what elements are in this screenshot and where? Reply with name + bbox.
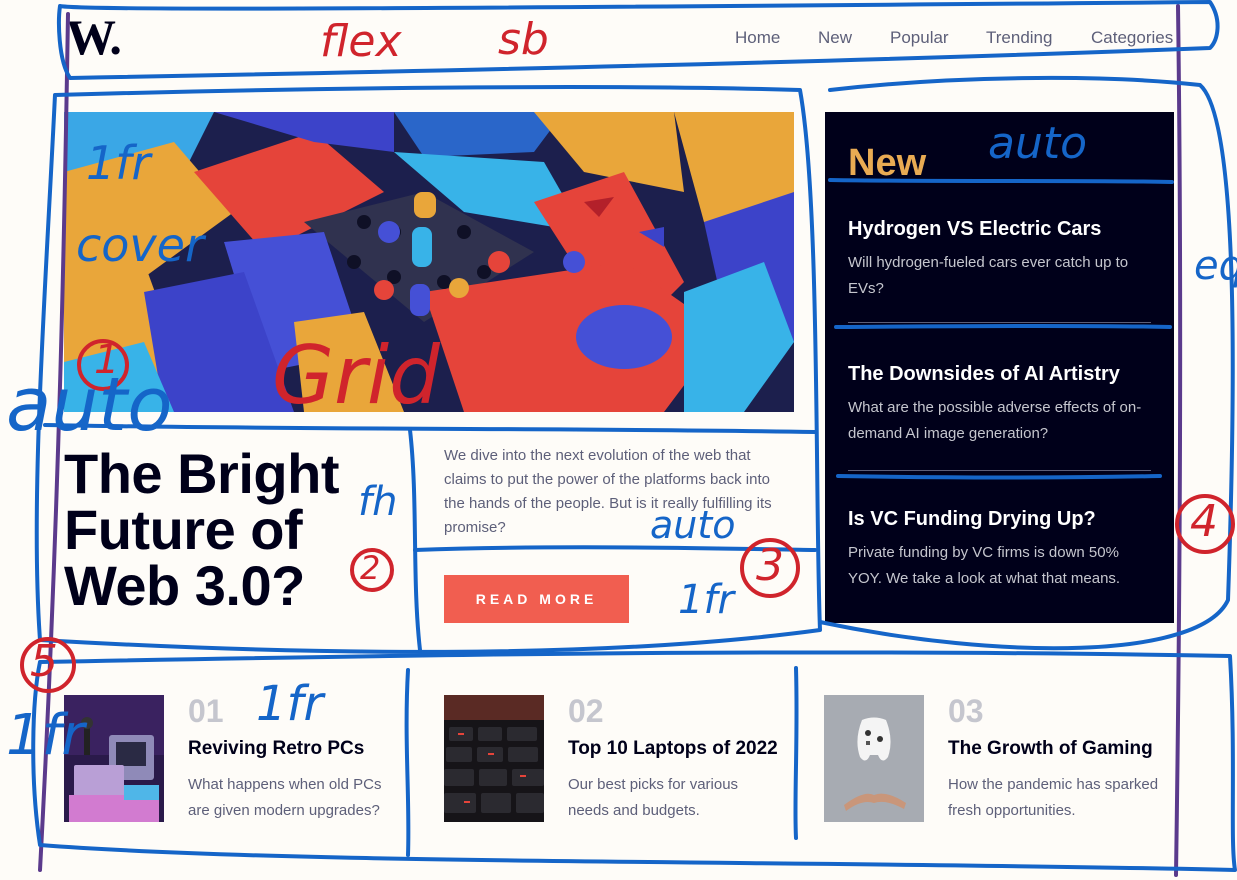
divider: [848, 322, 1151, 323]
nav-popular[interactable]: Popular: [890, 28, 949, 48]
annotation-sb: sb: [498, 14, 549, 65]
article-desc: Our best picks for various needs and bud…: [568, 776, 739, 819]
article-number: 01: [188, 693, 224, 729]
article-title[interactable]: Reviving Retro PCs: [188, 738, 364, 760]
hero-description: We dive into the next evolution of the w…: [444, 447, 772, 536]
annotation-5: 5: [30, 636, 58, 687]
annotation-flex: flex: [320, 16, 402, 67]
annotation-cover: cover: [76, 218, 204, 272]
annotation-3: 3: [756, 540, 784, 591]
annotation-auto-mid: auto: [650, 503, 736, 547]
new-item-title[interactable]: The Downsides of AI Artistry: [848, 363, 1120, 386]
laptop-thumbnail[interactable]: [444, 695, 544, 822]
nav-trending[interactable]: Trending: [986, 28, 1052, 48]
article-title[interactable]: The Growth of Gaming: [948, 738, 1153, 760]
article-title[interactable]: Top 10 Laptops of 2022: [568, 738, 778, 760]
annotation-grid: Grid: [272, 329, 440, 422]
nav-home[interactable]: Home: [735, 28, 780, 48]
game-controller-image: [824, 695, 924, 822]
new-item-desc: Private funding by VC firms is down 50% …: [848, 544, 1121, 587]
nav-categories[interactable]: Categories: [1091, 28, 1173, 48]
annotation-2: 2: [360, 549, 381, 587]
annotation-1fr-left: 1fr: [6, 703, 85, 768]
annotation-1fr-bottom: 1fr: [256, 676, 324, 732]
site-logo[interactable]: W.: [66, 12, 122, 62]
hero-title: The Bright Future of Web 3.0?: [64, 442, 339, 617]
new-item-desc: Will hydrogen-fueled cars ever catch up …: [848, 254, 1129, 297]
annotation-fh: fh: [358, 479, 398, 525]
annotation-1fr: 1fr: [86, 136, 151, 190]
article-desc: What happens when old PCs are given mode…: [188, 776, 382, 819]
divider: [848, 470, 1151, 471]
article-number: 03: [948, 693, 984, 729]
new-item-title[interactable]: Is VC Funding Drying Up?: [848, 508, 1096, 531]
annotation-auto: auto: [988, 118, 1088, 169]
article-desc: How the pandemic has sparked fresh oppor…: [948, 776, 1159, 819]
annotation-4: 4: [1190, 496, 1218, 547]
annotation-auto-left: auto: [6, 362, 173, 448]
new-item-desc: What are the possible adverse effects of…: [848, 399, 1142, 442]
article-number: 02: [568, 693, 604, 729]
read-more-button[interactable]: READ MORE: [444, 575, 629, 623]
nav-new[interactable]: New: [818, 28, 852, 48]
keyboard-image: [444, 695, 544, 822]
new-item-title[interactable]: Hydrogen VS Electric Cars: [848, 218, 1101, 241]
annotation-1fr-mid: 1fr: [678, 577, 734, 623]
gaming-thumbnail[interactable]: [824, 695, 924, 822]
new-panel-heading: New: [848, 142, 927, 184]
annotation-eq: eq: [1194, 243, 1237, 289]
